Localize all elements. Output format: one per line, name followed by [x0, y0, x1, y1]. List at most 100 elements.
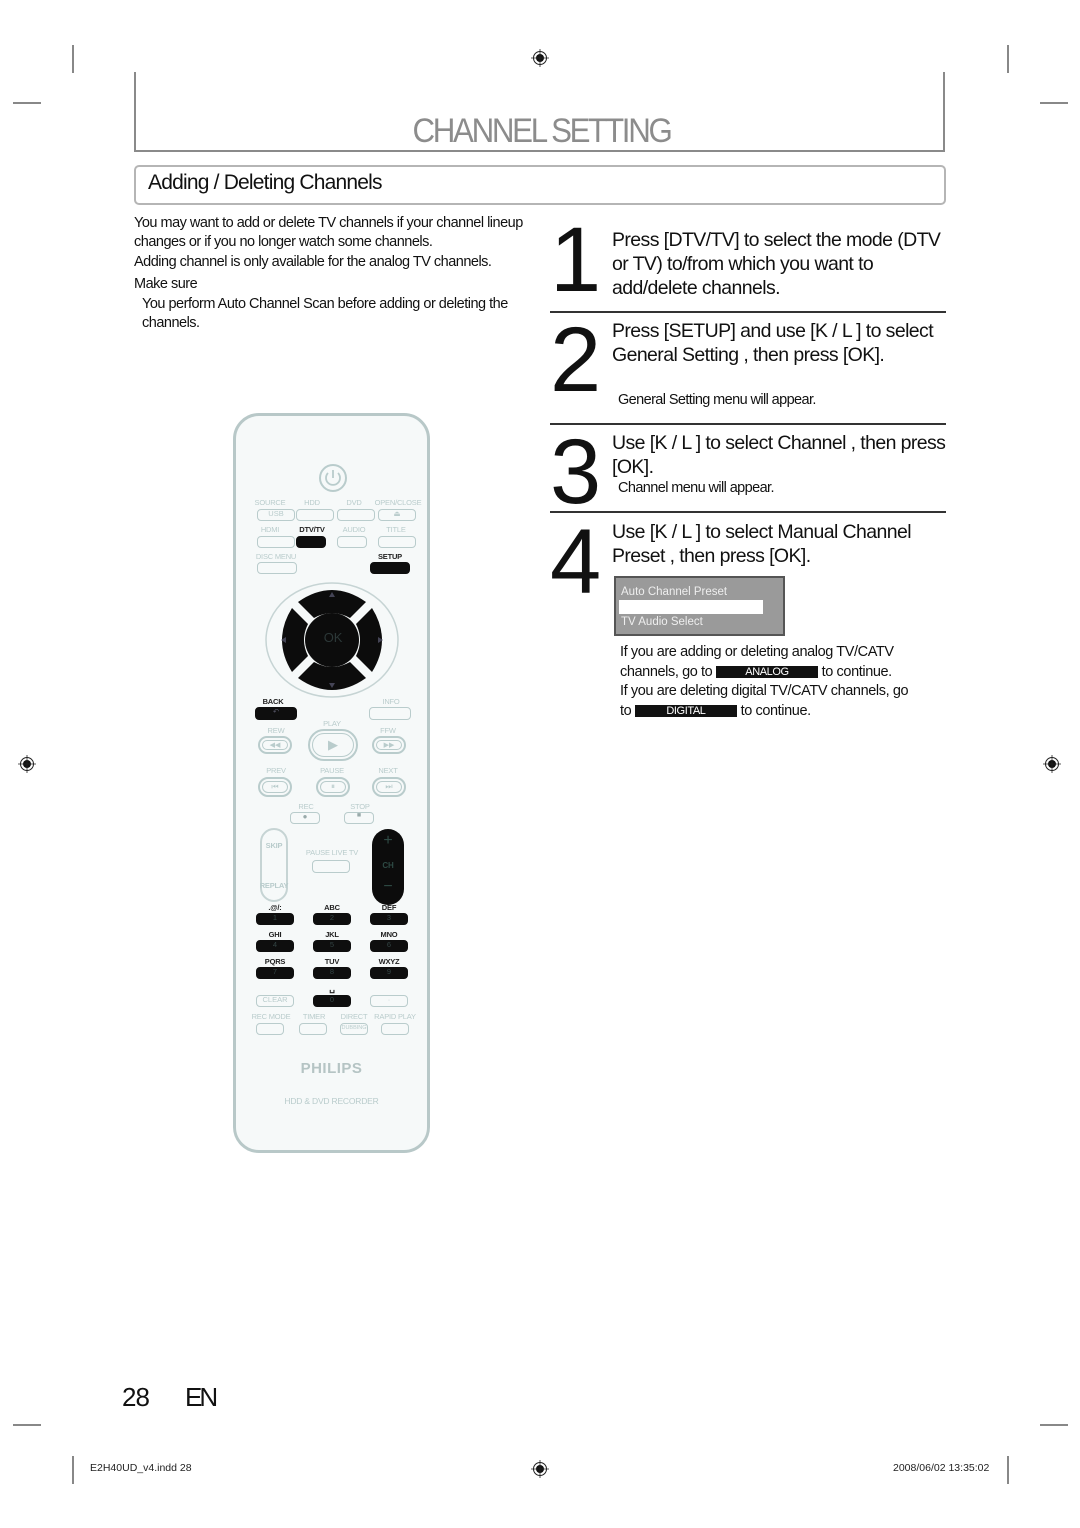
- stop-button[interactable]: ■: [344, 812, 374, 824]
- page-number: 28: [122, 1382, 150, 1412]
- digital-note-pre: to: [620, 702, 632, 719]
- hdd-button[interactable]: [296, 509, 334, 521]
- crop-mark: [1040, 1424, 1068, 1426]
- page-title: CHANNEL SETTING: [412, 112, 672, 150]
- rapid-play-button[interactable]: [381, 1023, 409, 1035]
- pause-icon: ⏸: [320, 781, 346, 793]
- skip-replay-rocker[interactable]: [260, 828, 288, 902]
- dtv-tv-button[interactable]: [296, 536, 326, 548]
- next-label: NEXT: [378, 766, 398, 775]
- menu-item: TV Audio Select: [621, 616, 703, 628]
- next-button[interactable]: ⏭: [372, 777, 406, 797]
- model-description: HDD & DVD RECORDER: [284, 1096, 379, 1106]
- menu-item-highlighted: [619, 600, 763, 614]
- step-note: Channel menu will appear.: [618, 480, 774, 496]
- back-arrow-icon: ↶: [272, 707, 280, 716]
- rec-mode-button[interactable]: [256, 1023, 284, 1035]
- key-letters-label: GHI: [268, 930, 282, 939]
- replay-label: REPLAY: [259, 881, 289, 890]
- registration-mark-icon: [531, 1460, 549, 1478]
- make-sure-text: You perform Auto Channel Scan before add…: [142, 296, 508, 331]
- dot-button[interactable]: ·: [370, 995, 408, 1007]
- rec-button[interactable]: ●: [290, 812, 320, 824]
- audio-button[interactable]: [337, 536, 367, 548]
- digital-section-link[interactable]: DIGITAL: [634, 704, 737, 717]
- disc-menu-button[interactable]: [257, 562, 297, 574]
- pause-label: PAUSE: [320, 766, 344, 775]
- usb-button[interactable]: USB: [257, 509, 295, 521]
- open-close-button[interactable]: ⏏: [378, 509, 416, 521]
- menu-screen: Auto Channel Preset TV Audio Select: [614, 576, 785, 636]
- audio-label: AUDIO: [342, 525, 366, 534]
- pause-live-tv-button[interactable]: [312, 860, 350, 873]
- rew-button[interactable]: ◀◀: [258, 736, 292, 754]
- crop-mark: [1040, 102, 1068, 104]
- step-number: 2: [550, 309, 601, 411]
- analog-section-link[interactable]: ANALOG: [716, 665, 818, 678]
- digital-note: If you are deleting digital TV/CATV chan…: [620, 683, 909, 699]
- digit-6-button[interactable]: 6: [370, 940, 408, 952]
- section-title: Adding / Deleting Channels: [148, 171, 383, 194]
- digital-note-post: to continue.: [740, 702, 812, 719]
- dvd-button[interactable]: [337, 509, 375, 521]
- direct-label: DIRECT: [340, 1012, 368, 1021]
- digit-4-button[interactable]: 4: [256, 940, 294, 952]
- digit-9-button[interactable]: 9: [370, 967, 408, 979]
- digit-8-button[interactable]: 8: [313, 967, 351, 979]
- info-button[interactable]: [369, 707, 411, 720]
- step-text: Press [DTV/TV] to select the mode (DTV o…: [612, 229, 941, 299]
- timer-button[interactable]: [299, 1023, 327, 1035]
- previous-icon: ⏮: [262, 781, 288, 793]
- back-button[interactable]: ↶: [255, 707, 297, 720]
- pause-button[interactable]: ⏸: [316, 777, 350, 797]
- digit-3-button[interactable]: 3: [370, 913, 408, 925]
- continue-notes: If you are adding or deleting analog TV/…: [620, 643, 950, 721]
- open-close-label: OPEN/CLOSE: [374, 498, 422, 507]
- direct-dubbing-button[interactable]: DUBBING: [340, 1023, 368, 1035]
- hdmi-button[interactable]: [257, 536, 295, 548]
- key-letters-label: PQRS: [264, 957, 286, 966]
- digit-2-button[interactable]: 2: [313, 913, 351, 925]
- digit-7-button[interactable]: 7: [256, 967, 294, 979]
- key-letters-label: TUV: [324, 957, 340, 966]
- setup-button[interactable]: [370, 562, 410, 574]
- step-text: Use [K / L ] to select Channel , then pr…: [612, 432, 946, 478]
- digit-0-button[interactable]: 0: [313, 995, 351, 1007]
- channel-down-icon[interactable]: −: [372, 878, 404, 896]
- key-letters-label: MNO: [380, 930, 398, 939]
- clear-button[interactable]: CLEAR: [256, 995, 294, 1007]
- timer-label: TIMER: [302, 1012, 326, 1021]
- source-label: SOURCE: [254, 498, 286, 507]
- prev-button[interactable]: ⏮: [258, 777, 292, 797]
- step-text: Use [K / L ] to select Manual Channel Pr…: [612, 521, 912, 567]
- ok-label: OK: [323, 630, 343, 645]
- analog-note-pre: channels, go to: [620, 663, 713, 680]
- dtv-tv-label: DTV/TV: [299, 525, 325, 534]
- step-note: General Setting menu will appear.: [618, 392, 816, 408]
- channel-up-icon[interactable]: +: [372, 832, 404, 850]
- rec-mode-label: REC MODE: [251, 1012, 291, 1021]
- analog-note-post: to continue.: [821, 663, 893, 680]
- stop-square-icon: ■: [356, 812, 362, 819]
- step-3: 3 Use [K / L ] to select Channel , then …: [550, 424, 946, 518]
- next-icon: ⏭: [376, 781, 402, 793]
- registration-mark-icon: [18, 755, 36, 773]
- title-button[interactable]: [378, 536, 416, 548]
- stop-label: STOP: [350, 802, 370, 811]
- step-text: Press [SETUP] and use [K / L ] to select…: [612, 320, 934, 366]
- ffw-button[interactable]: ▶▶: [372, 736, 406, 754]
- step-number: 1: [550, 209, 601, 311]
- key-letters-label: WXYZ: [378, 957, 400, 966]
- power-icon[interactable]: [318, 463, 348, 493]
- step-1: 1 Press [DTV/TV] to select the mode (DTV…: [550, 209, 946, 311]
- skip-label: SKIP: [265, 841, 283, 850]
- fast-forward-icon: ▶▶: [376, 740, 402, 750]
- registration-mark-icon: [531, 49, 549, 67]
- play-button[interactable]: ▶: [308, 729, 358, 761]
- digit-5-button[interactable]: 5: [313, 940, 351, 952]
- key-letters-label: JKL: [325, 930, 339, 939]
- rapid-play-label: RAPID PLAY: [374, 1012, 416, 1021]
- record-dot-icon: ●: [302, 812, 308, 821]
- digit-1-button[interactable]: 1: [256, 913, 294, 925]
- date-slug: 2008/06/02 13:35:02: [893, 1462, 990, 1474]
